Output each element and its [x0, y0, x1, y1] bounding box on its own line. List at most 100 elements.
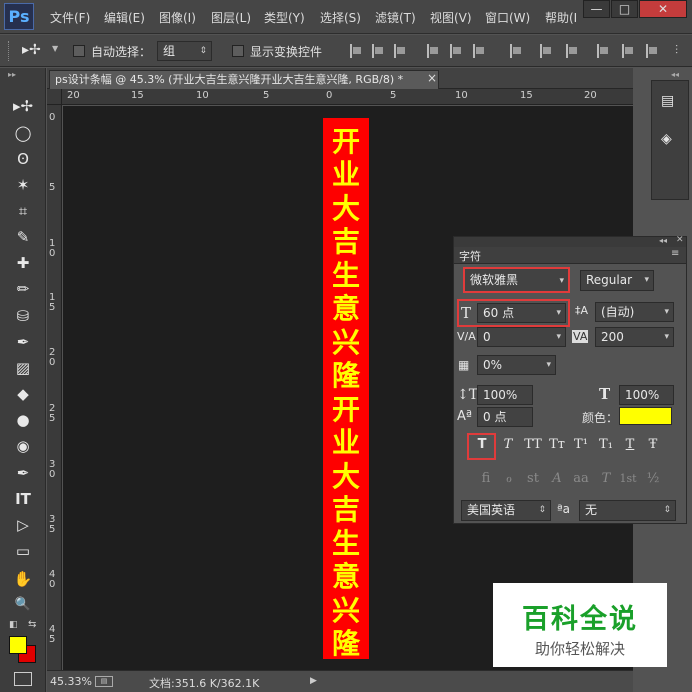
hand-tool-icon[interactable]: ✋ — [10, 568, 36, 590]
maximize-button[interactable]: □ — [611, 0, 638, 18]
menu-view[interactable]: 视图(V) — [430, 9, 472, 26]
subscript-button[interactable]: T₁ — [595, 435, 617, 455]
horizontal-scale-input[interactable]: 100% — [619, 385, 674, 405]
align-bottom-icon[interactable] — [394, 44, 407, 58]
text-color-swatch[interactable] — [619, 407, 672, 425]
faux-italic-button[interactable]: T — [497, 435, 519, 455]
horizontal-ruler[interactable]: 20 15 10 5 0 5 10 15 20 — [62, 89, 633, 105]
rectangle-tool-icon[interactable]: ▭ — [10, 540, 36, 562]
close-button[interactable]: ✕ — [639, 0, 687, 18]
quick-mask-icon[interactable] — [14, 672, 32, 686]
panel-close-icon[interactable]: ✕ — [676, 235, 684, 245]
align-vcenter-icon[interactable] — [372, 44, 385, 58]
align-left-icon[interactable] — [427, 44, 440, 58]
zoom-level[interactable]: 45.33% — [50, 675, 92, 688]
ruler-origin[interactable] — [47, 89, 62, 105]
grip-handle[interactable] — [8, 41, 11, 61]
fractions-button[interactable]: ½ — [642, 469, 664, 489]
titling-alternates-button[interactable]: T — [595, 469, 617, 489]
pen-tool-icon[interactable]: ✒ — [10, 462, 36, 484]
menu-type[interactable]: 类型(Y) — [264, 9, 305, 26]
discretionary-ligatures-button[interactable]: st — [522, 469, 544, 489]
more-options-icon[interactable]: ⫶ — [675, 43, 678, 58]
paint-bucket-tool-icon[interactable]: ◆ — [10, 383, 36, 405]
magic-wand-tool-icon[interactable]: ✶ — [10, 174, 36, 196]
minimize-button[interactable]: — — [583, 0, 610, 18]
default-colors-icon[interactable]: ◧ — [9, 620, 18, 630]
stylistic-alternates-button[interactable]: aa — [570, 469, 592, 489]
panel-menu-icon[interactable]: ≡ — [671, 248, 679, 259]
crop-tool-icon[interactable]: ⌗ — [10, 200, 36, 222]
tool-preset-chevron-icon[interactable]: ▼ — [52, 44, 58, 53]
menu-select[interactable]: 选择(S) — [320, 9, 361, 26]
all-caps-button[interactable]: TT — [522, 435, 544, 455]
document-tab[interactable]: ps设计条幅 @ 45.3% (开业大吉生意兴隆开业大吉生意兴隆, RGB/8)… — [49, 70, 439, 89]
ligatures-button[interactable]: ﬁ — [475, 469, 497, 489]
menu-file[interactable]: 文件(F) — [50, 9, 90, 26]
vertical-scale-input[interactable]: 100% — [477, 385, 533, 405]
underline-button[interactable]: T — [619, 435, 641, 455]
font-size-input[interactable]: 60 点 ▾ — [477, 303, 566, 323]
tab-character[interactable]: 字符 — [459, 248, 481, 264]
type-tool-icon[interactable]: IT — [10, 488, 36, 510]
menu-window[interactable]: 窗口(W) — [485, 9, 530, 26]
menu-layer[interactable]: 图层(L) — [211, 9, 251, 26]
faux-bold-button[interactable]: T — [471, 435, 493, 455]
leading-input[interactable]: (自动) ▾ — [595, 302, 674, 322]
distribute-top-icon[interactable] — [510, 44, 523, 58]
font-family-dropdown[interactable]: 微软雅黑 ▾ — [463, 267, 570, 293]
lasso-tool-icon[interactable]: ʘ — [10, 148, 36, 170]
small-caps-button[interactable]: Tт — [546, 435, 568, 455]
align-top-icon[interactable] — [350, 44, 363, 58]
auto-select-dropdown[interactable]: 组 ⇕ — [157, 41, 212, 61]
show-transform-checkbox[interactable] — [232, 45, 244, 57]
auto-select-checkbox[interactable] — [73, 45, 85, 57]
marquee-tool-icon[interactable]: ◯ — [10, 122, 36, 144]
vertical-ruler[interactable]: 0 5 1 0 1 5 2 0 2 5 3 0 3 5 4 0 4 5 — [47, 105, 62, 670]
collapse-tools-icon[interactable]: ▸▸ — [8, 70, 16, 79]
align-right-icon[interactable] — [473, 44, 486, 58]
tsume-input[interactable]: 0% ▾ — [477, 355, 556, 375]
collapse-panel-icon[interactable]: ◂◂ — [659, 236, 667, 245]
history-panel-icon[interactable]: ▤ — [661, 93, 674, 109]
menu-image[interactable]: 图像(I) — [159, 9, 196, 26]
distribute-vcenter-icon[interactable] — [540, 44, 553, 58]
kerning-input[interactable]: 0 ▾ — [477, 327, 566, 347]
ordinals-button[interactable]: 1st — [617, 469, 639, 489]
brush-tool-icon[interactable]: ✏ — [10, 278, 36, 300]
eyedropper-tool-icon[interactable]: ✎ — [10, 226, 36, 248]
font-style-dropdown[interactable]: Regular ▾ — [580, 270, 654, 291]
distribute-left-icon[interactable] — [597, 44, 610, 58]
tracking-input[interactable]: 200 ▾ — [595, 327, 674, 347]
status-menu-arrow-icon[interactable]: ▶ — [310, 676, 317, 686]
eraser-tool-icon[interactable]: ▨ — [10, 357, 36, 379]
history-brush-tool-icon[interactable]: ✒ — [10, 331, 36, 353]
menu-filter[interactable]: 滤镜(T) — [375, 9, 416, 26]
properties-panel-icon[interactable]: ◈ — [661, 131, 672, 147]
swap-colors-icon[interactable]: ⇆ — [28, 619, 36, 630]
tab-close-icon[interactable]: × — [427, 71, 437, 85]
baseline-shift-input[interactable]: 0 点 — [477, 407, 533, 427]
clone-stamp-tool-icon[interactable]: ⛁ — [10, 305, 36, 327]
align-hcenter-icon[interactable] — [450, 44, 463, 58]
anti-alias-dropdown[interactable]: 无 ⇕ — [579, 500, 676, 521]
foreground-color-swatch[interactable] — [9, 636, 27, 654]
swash-button[interactable]: A — [546, 469, 568, 489]
distribute-right-icon[interactable] — [646, 44, 659, 58]
distribute-hcenter-icon[interactable] — [622, 44, 635, 58]
distribute-bottom-icon[interactable] — [566, 44, 579, 58]
path-selection-tool-icon[interactable]: ▷ — [10, 514, 36, 536]
zoom-tool-icon[interactable]: 🔍 — [10, 594, 36, 616]
banner-artwork[interactable]: 开 业 大 吉 生 意 兴 隆 开 业 大 吉 生 意 兴 隆 — [323, 118, 369, 659]
move-tool-icon[interactable]: ▸✢ — [10, 95, 36, 117]
move-tool-icon[interactable]: ▸✢ — [22, 42, 41, 58]
menu-help[interactable]: 帮助(I — [545, 9, 579, 26]
superscript-button[interactable]: T¹ — [570, 435, 592, 455]
menu-edit[interactable]: 编辑(E) — [104, 9, 145, 26]
collapse-dock-icon[interactable]: ◂◂ — [671, 70, 679, 79]
dodge-tool-icon[interactable]: ◉ — [10, 435, 36, 457]
strikethrough-button[interactable]: Ŧ — [642, 435, 664, 455]
status-icon[interactable]: ▤ — [95, 676, 113, 687]
blur-tool-icon[interactable]: ● — [10, 409, 36, 431]
healing-brush-tool-icon[interactable]: ✚ — [10, 252, 36, 274]
